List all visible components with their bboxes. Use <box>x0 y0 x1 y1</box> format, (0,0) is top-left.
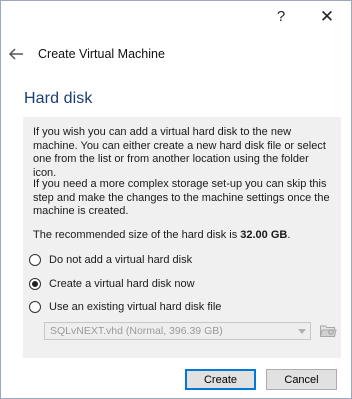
option-create-disk-label: Create a virtual hard disk now <box>49 278 195 290</box>
existing-disk-select[interactable]: SQLvNEXT.vhd (Normal, 396.39 GB) <box>44 322 311 340</box>
option-create-disk[interactable]: Create a virtual hard disk now <box>29 276 195 292</box>
chevron-down-icon <box>298 329 306 334</box>
option-no-disk-label: Do not add a virtual hard disk <box>49 254 193 266</box>
title-bar: ? ✕ <box>1 1 351 32</box>
cancel-button[interactable]: Cancel <box>266 369 337 390</box>
help-icon[interactable]: ? <box>259 1 303 32</box>
option-existing-disk[interactable]: Use an existing virtual hard disk file <box>29 299 221 315</box>
back-arrow-icon[interactable] <box>7 45 25 63</box>
wizard-title: Create Virtual Machine <box>38 47 165 61</box>
content-panel: If you wish you can add a virtual hard d… <box>23 117 341 358</box>
folder-icon[interactable] <box>319 322 337 339</box>
radio-create-disk[interactable] <box>29 278 41 290</box>
radio-existing-disk[interactable] <box>29 301 41 313</box>
description-paragraph-2: If you need a more complex storage set-u… <box>33 178 330 217</box>
radio-no-disk[interactable] <box>29 254 41 266</box>
create-button[interactable]: Create <box>185 369 256 390</box>
option-no-disk[interactable]: Do not add a virtual hard disk <box>29 252 192 268</box>
close-icon[interactable]: ✕ <box>305 1 349 32</box>
wizard-header: Create Virtual Machine <box>1 32 351 78</box>
option-existing-disk-label: Use an existing virtual hard disk file <box>49 301 222 313</box>
recommended-size-text: The recommended size of the hard disk is… <box>33 229 333 243</box>
existing-disk-select-value: SQLvNEXT.vhd (Normal, 396.39 GB) <box>50 325 223 337</box>
recommended-size-prefix: The recommended size of the hard disk is <box>33 229 241 241</box>
recommended-size-value: 32.00 GB <box>240 229 288 241</box>
dialog-window: ? ✕ Create Virtual Machine Hard disk If … <box>0 0 352 399</box>
description-paragraph-1: If you wish you can add a virtual hard d… <box>33 126 326 179</box>
page-title: Hard disk <box>24 90 93 107</box>
recommended-size-suffix: . <box>287 229 291 241</box>
